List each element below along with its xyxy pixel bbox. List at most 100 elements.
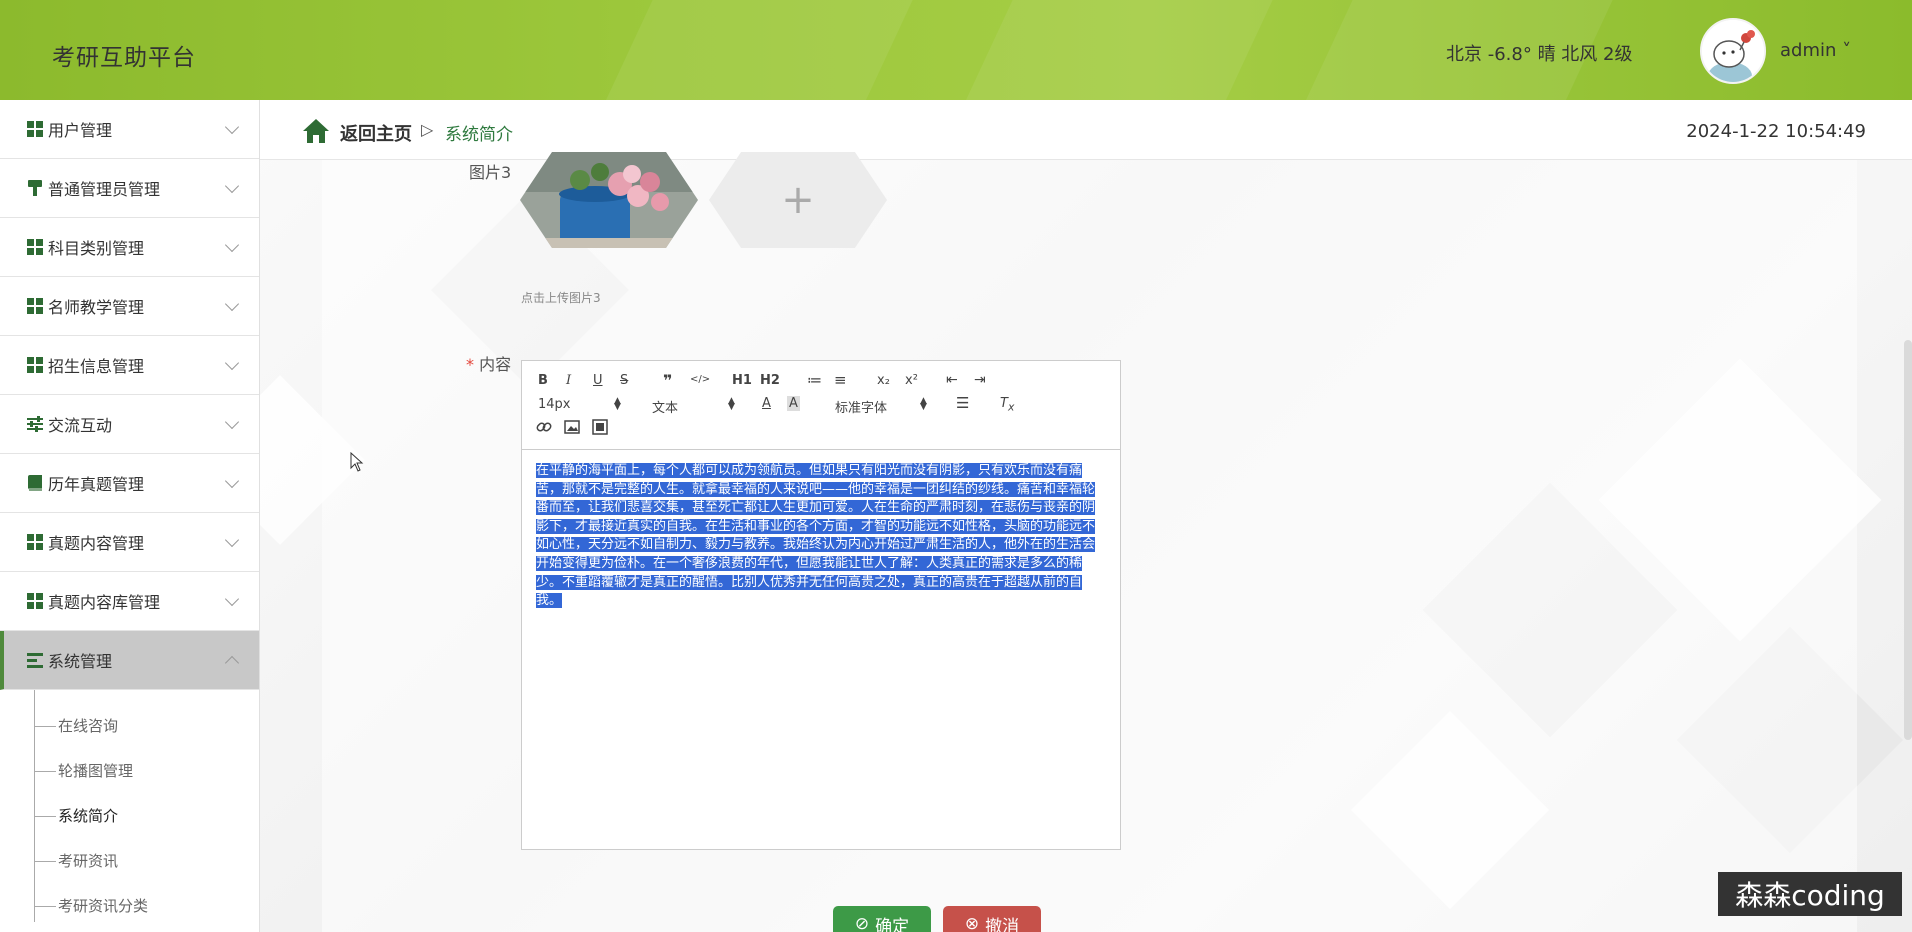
- sidebar-item-exam-library[interactable]: 真题内容库管理: [0, 572, 259, 631]
- strikethrough-icon[interactable]: S: [620, 373, 628, 388]
- content-line: 苦，那就不是完整的人生。就拿最幸福的人来说吧——他的幸福是一团纠结的纱线。痛苦和…: [536, 481, 1096, 497]
- avatar[interactable]: [1700, 18, 1766, 84]
- grid-icon: [26, 356, 44, 374]
- sidebar-item-label: 招生信息管理: [48, 357, 145, 376]
- submenu-item-system-intro[interactable]: 系统简介: [0, 794, 259, 839]
- font-color-icon[interactable]: A: [762, 396, 771, 411]
- chevron-down-icon: [224, 473, 240, 489]
- chevron-down-icon: [224, 591, 240, 607]
- text-type-select[interactable]: 文本: [652, 397, 678, 416]
- brush-icon: [26, 179, 44, 197]
- content-label-text: 内容: [479, 355, 512, 374]
- watermark: 森森coding: [1718, 872, 1902, 916]
- submenu-item-news-category[interactable]: 考研资讯分类: [0, 884, 259, 929]
- font-family-select[interactable]: 标准字体: [835, 397, 887, 416]
- sidebar-item-subject-category[interactable]: 科目类别管理: [0, 218, 259, 277]
- select-arrows-icon: ▲ ▼: [614, 396, 621, 412]
- chevron-down-icon: [224, 119, 240, 135]
- page-scrollbar[interactable]: [1904, 340, 1912, 740]
- sidebar-item-exam-content[interactable]: 真题内容管理: [0, 513, 259, 572]
- italic-icon[interactable]: I: [566, 373, 571, 388]
- home-icon[interactable]: [302, 118, 330, 144]
- image3-label: 图片3: [469, 163, 512, 182]
- image-icon[interactable]: [564, 419, 580, 439]
- sidebar-item-teacher-teaching[interactable]: 名师教学管理: [0, 277, 259, 336]
- chevron-up-icon: [224, 655, 240, 671]
- code-block-icon[interactable]: </>: [690, 374, 710, 385]
- sidebar-item-label: 真题内容库管理: [48, 593, 161, 612]
- editor-content[interactable]: 在平静的海平面上，每个人都可以成为领航员。但如果只有阳光而没有阴影，只有欢乐而没…: [522, 450, 1120, 623]
- ordered-list-icon[interactable]: ≔: [807, 371, 822, 389]
- subscript-icon[interactable]: x₂: [877, 373, 890, 388]
- bold-icon[interactable]: B: [538, 373, 548, 388]
- mouse-cursor-icon: [350, 451, 364, 476]
- chevron-down-icon: [224, 178, 240, 194]
- sidebar-item-system-management[interactable]: 系统管理: [0, 631, 259, 690]
- select-arrows-icon: ▲ ▼: [728, 396, 735, 412]
- user-menu[interactable]: admin ˅: [1780, 40, 1851, 61]
- content-line: 如心性，天分远不如自制力、毅力与教养。我始终认为内心开始过严肃生活的人，他外在的…: [536, 537, 1096, 553]
- confirm-button[interactable]: ⊘ 确定: [833, 906, 931, 932]
- grid-icon: [26, 533, 44, 551]
- video-icon[interactable]: [592, 419, 608, 439]
- content-line: 开始变得更为俭朴。在一个奢侈浪费的年代，但愿我能让世人了解：人类真正的需求是多么…: [536, 555, 1083, 571]
- sidebar-item-label: 科目类别管理: [48, 239, 145, 258]
- content-line: 我。: [536, 593, 563, 609]
- grid-icon: [26, 592, 44, 610]
- grid-icon: [26, 120, 44, 138]
- content-line: 番而至，让我们悲喜交集，甚至死亡都让人生更加可爱。人在生命的严肃时刻，在悲伤与丧…: [536, 500, 1096, 516]
- align-icon[interactable]: ☰: [956, 394, 969, 412]
- submenu-item-online-consult[interactable]: 在线咨询: [0, 704, 259, 749]
- rich-text-editor: B I U S ❞ </> H1 H2 ≔ ≡ x₂ x² ⇤ ⇥ 14px ▲…: [521, 360, 1121, 850]
- clear-format-icon[interactable]: Tx: [1000, 396, 1014, 414]
- back-home-link[interactable]: 返回主页: [340, 120, 412, 146]
- sidebar-item-label: 名师教学管理: [48, 298, 145, 317]
- superscript-icon[interactable]: x²: [905, 373, 918, 388]
- grid-icon: [26, 297, 44, 315]
- weather-info: 北京 -6.8° 晴 北风 2级: [1446, 44, 1633, 65]
- site-title: 考研互助平台: [52, 45, 196, 71]
- sliders-icon: [26, 415, 44, 433]
- heading1-icon[interactable]: H1: [732, 373, 752, 388]
- underline-icon[interactable]: U: [593, 373, 603, 388]
- sidebar-item-label: 真题内容管理: [48, 534, 145, 553]
- grid-icon: [26, 238, 44, 256]
- chevron-down-icon: [224, 296, 240, 312]
- background-color-icon[interactable]: A: [787, 396, 800, 411]
- sidebar-item-interaction[interactable]: 交流互动: [0, 395, 259, 454]
- check-circle-icon: ⊘: [854, 914, 870, 932]
- submenu-item-carousel[interactable]: 轮播图管理: [0, 749, 259, 794]
- book-icon: [26, 474, 44, 492]
- cancel-button[interactable]: ⊗ 撤消: [943, 906, 1041, 932]
- breadcrumb: 返回主页 ▷ 系统简介 2024-1-22 10:54:49: [260, 100, 1912, 160]
- current-datetime: 2024-1-22 10:54:49: [1686, 121, 1866, 142]
- blockquote-icon[interactable]: ❞: [663, 371, 672, 390]
- submenu-item-exam-news[interactable]: 考研资讯: [0, 839, 259, 884]
- bullet-list-icon[interactable]: ≡: [834, 371, 847, 389]
- sidebar-item-enrollment-info[interactable]: 招生信息管理: [0, 336, 259, 395]
- upload-image-button[interactable]: +: [709, 152, 887, 248]
- sidebar-item-user-management[interactable]: 用户管理: [0, 100, 259, 159]
- link-icon[interactable]: [536, 419, 552, 439]
- content-line: 影下，才最接近真实的自我。在生活和事业的各个方面，才智的功能远不如性格，头脑的功…: [536, 518, 1096, 534]
- outdent-icon[interactable]: ⇤: [946, 372, 958, 388]
- cancel-button-label: 撤消: [985, 916, 1020, 932]
- uploaded-image-thumbnail[interactable]: [520, 152, 698, 248]
- plus-icon: +: [781, 177, 815, 223]
- sidebar-item-admin-management[interactable]: 普通管理员管理: [0, 159, 259, 218]
- editor-toolbar: B I U S ❞ </> H1 H2 ≔ ≡ x₂ x² ⇤ ⇥ 14px ▲…: [522, 361, 1120, 450]
- indent-icon[interactable]: ⇥: [974, 372, 986, 388]
- sidebar-item-label: 交流互动: [48, 416, 113, 435]
- sidebar-item-label: 历年真题管理: [48, 475, 145, 494]
- sidebar-item-past-exams[interactable]: 历年真题管理: [0, 454, 259, 513]
- content-line: 在平静的海平面上，每个人都可以成为领航员。但如果只有阳光而没有阴影，只有欢乐而没…: [536, 463, 1083, 478]
- system-submenu: 在线咨询 轮播图管理 系统简介 考研资讯 考研资讯分类: [0, 690, 259, 929]
- select-arrows-icon: ▲ ▼: [920, 396, 927, 412]
- breadcrumb-current: 系统简介: [445, 125, 513, 145]
- font-size-select[interactable]: 14px: [538, 397, 571, 412]
- chevron-down-icon: [224, 532, 240, 548]
- close-circle-icon: ⊗: [964, 914, 980, 932]
- breadcrumb-separator: ▷: [421, 120, 434, 139]
- top-header: 考研互助平台 北京 -6.8° 晴 北风 2级 admin ˅: [0, 0, 1912, 100]
- heading2-icon[interactable]: H2: [760, 373, 780, 388]
